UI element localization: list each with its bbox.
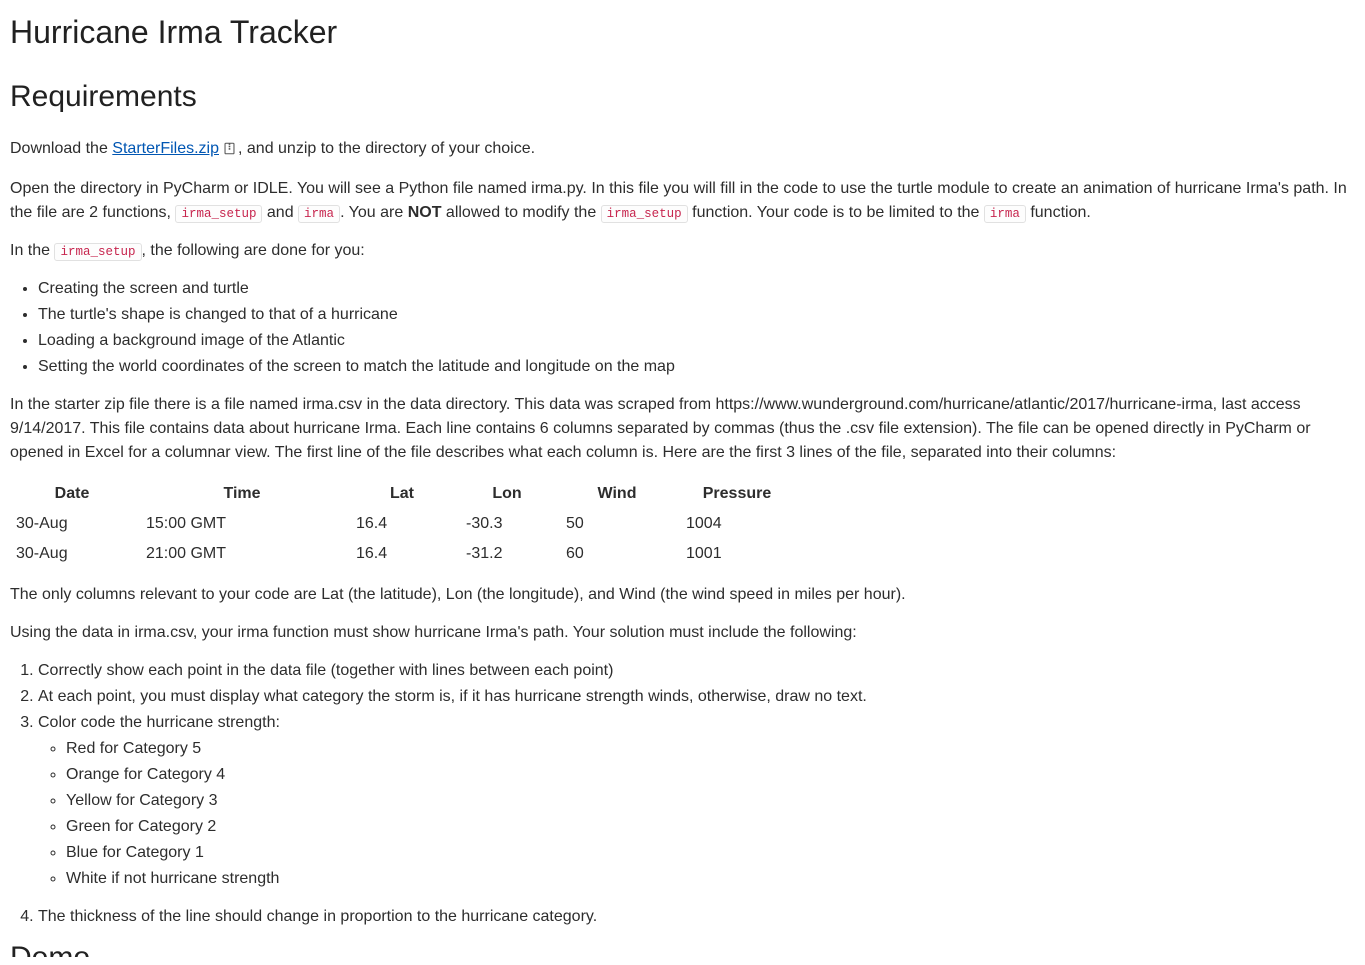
- starter-files-link[interactable]: StarterFiles.zip: [112, 140, 219, 157]
- list-item: Red for Category 5: [66, 737, 1355, 761]
- code-irma: irma: [984, 205, 1026, 223]
- list-item: The thickness of the line should change …: [38, 905, 1355, 929]
- list-item: Loading a background image of the Atlant…: [38, 329, 1355, 353]
- text: function.: [1026, 204, 1091, 221]
- text: Color code the hurricane strength:: [38, 714, 280, 731]
- text: allowed to modify the: [441, 204, 600, 221]
- td: 50: [560, 509, 680, 539]
- demo-heading-partial: Demo: [10, 943, 1355, 957]
- in-the-setup-paragraph: In the irma_setup, the following are don…: [10, 239, 1355, 263]
- list-item: Correctly show each point in the data fi…: [38, 659, 1355, 683]
- th-pressure: Pressure: [680, 479, 800, 509]
- list-item: Setting the world coordinates of the scr…: [38, 355, 1355, 379]
- td: 16.4: [350, 509, 460, 539]
- list-item: Color code the hurricane strength: Red f…: [38, 711, 1355, 891]
- td: 1001: [680, 539, 800, 569]
- using-data-paragraph: Using the data in irma.csv, your irma fu…: [10, 621, 1355, 645]
- text: . You are: [340, 204, 408, 221]
- code-irma-setup: irma_setup: [175, 205, 262, 223]
- th-time: Time: [140, 479, 350, 509]
- text: , and unzip to the directory of your cho…: [238, 140, 535, 157]
- download-paragraph: Download the StarterFiles.zip , and unzip…: [10, 137, 1355, 163]
- requirements-heading: Requirements: [10, 74, 1355, 119]
- bold-not: NOT: [408, 204, 442, 221]
- th-wind: Wind: [560, 479, 680, 509]
- open-directory-paragraph: Open the directory in PyCharm or IDLE. Y…: [10, 177, 1355, 225]
- td: -30.3: [460, 509, 560, 539]
- csv-preview-table: Date Time Lat Lon Wind Pressure 30-Aug 1…: [10, 479, 800, 569]
- table-row: 30-Aug 21:00 GMT 16.4 -31.2 60 1001: [10, 539, 800, 569]
- th-lon: Lon: [460, 479, 560, 509]
- table-row: 30-Aug 15:00 GMT 16.4 -30.3 50 1004: [10, 509, 800, 539]
- code-irma: irma: [298, 205, 340, 223]
- code-irma-setup: irma_setup: [601, 205, 688, 223]
- list-item: The turtle's shape is changed to that of…: [38, 303, 1355, 327]
- requirements-list: Correctly show each point in the data fi…: [10, 659, 1355, 929]
- csv-paragraph: In the starter zip file there is a file …: [10, 393, 1355, 465]
- td: 60: [560, 539, 680, 569]
- td: 16.4: [350, 539, 460, 569]
- text: and: [262, 204, 298, 221]
- text: , the following are done for you:: [142, 242, 365, 259]
- th-lat: Lat: [350, 479, 460, 509]
- text: In the: [10, 242, 54, 259]
- color-code-list: Red for Category 5 Orange for Category 4…: [38, 737, 1355, 891]
- td: -31.2: [460, 539, 560, 569]
- page-title: Hurricane Irma Tracker: [10, 8, 1355, 56]
- relevant-columns-paragraph: The only columns relevant to your code a…: [10, 583, 1355, 607]
- code-irma-setup: irma_setup: [54, 243, 141, 261]
- td: 21:00 GMT: [140, 539, 350, 569]
- th-date: Date: [10, 479, 140, 509]
- list-item: Yellow for Category 3: [66, 789, 1355, 813]
- td: 30-Aug: [10, 509, 140, 539]
- setup-list: Creating the screen and turtle The turtl…: [10, 277, 1355, 379]
- list-item: Green for Category 2: [66, 815, 1355, 839]
- list-item: Creating the screen and turtle: [38, 277, 1355, 301]
- list-item: Blue for Category 1: [66, 841, 1355, 865]
- td: 1004: [680, 509, 800, 539]
- td: 30-Aug: [10, 539, 140, 569]
- list-item: Orange for Category 4: [66, 763, 1355, 787]
- zip-file-icon: [223, 139, 236, 163]
- td: 15:00 GMT: [140, 509, 350, 539]
- list-item: At each point, you must display what cat…: [38, 685, 1355, 709]
- text: function. Your code is to be limited to …: [688, 204, 984, 221]
- list-item: White if not hurricane strength: [66, 867, 1355, 891]
- table-header-row: Date Time Lat Lon Wind Pressure: [10, 479, 800, 509]
- text: Download the: [10, 140, 112, 157]
